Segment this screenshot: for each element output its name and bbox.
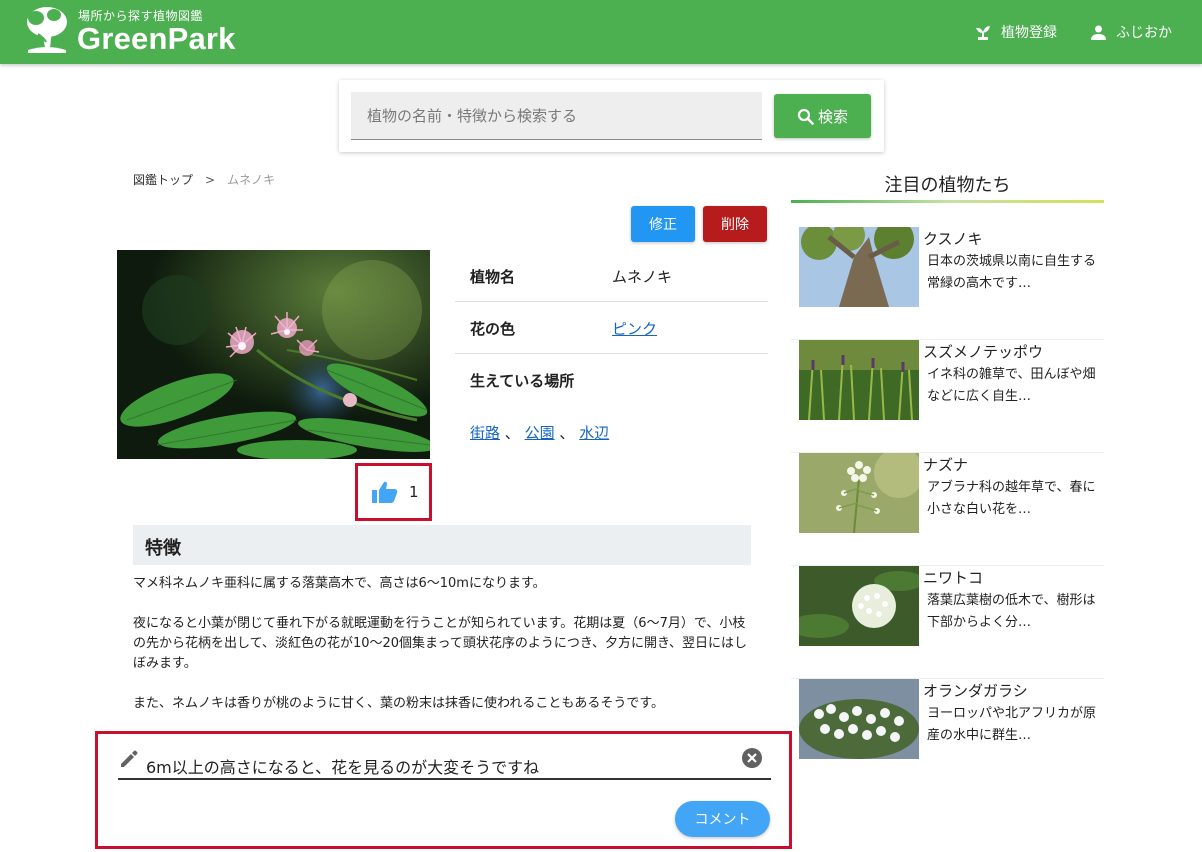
feature-header: 特徴 <box>133 525 751 565</box>
featured-plant-name: ニワトコ <box>923 569 984 587</box>
like-count: 1 <box>409 483 419 501</box>
featured-plant-desc: イネ科の雑草で、田んぼや畑などに広く自生… <box>927 367 1096 404</box>
places-label: 生えている場所 <box>470 372 575 390</box>
featured-plant-card[interactable]: クスノキ 日本の茨城県以南に自生する常緑の高木です… <box>791 227 1104 340</box>
search-button[interactable]: 検索 <box>774 94 871 138</box>
app-header: 場所から探す植物図鑑 GreenPark 植物登録 ふじおか <box>0 0 1202 64</box>
search-input[interactable] <box>351 92 762 140</box>
user-menu[interactable]: ふじおか <box>1091 22 1172 42</box>
featured-plant-desc: 落葉広葉樹の低木で、樹形は下部からよく分… <box>927 593 1096 630</box>
place-link-waterside[interactable]: 水辺 <box>579 424 609 442</box>
featured-plant-desc: アブラナ科の越年草で、春に小さな白い花を… <box>927 480 1096 517</box>
breadcrumb-separator: > <box>205 172 216 187</box>
featured-plant-card[interactable]: スズメノテッポウ イネ科の雑草で、田んぼや畑などに広く自生… <box>791 340 1104 453</box>
feature-description: マメ科ネムノキ亜科に属する落葉高木で、高さは6〜10mになります。 夜になると小… <box>133 574 753 734</box>
breadcrumb-home-link[interactable]: 図鑑トップ <box>133 171 193 188</box>
flower-color-link[interactable]: ピンク <box>612 318 657 339</box>
register-plant-label: 植物登録 <box>1001 25 1057 41</box>
feature-paragraph: また、ネムノキは香りが桃のように甘く、葉の粉末は抹香に使われることもあるそうです… <box>133 696 665 711</box>
featured-plant-name: オランダガラシ <box>923 682 1028 700</box>
featured-plant-card[interactable]: ナズナ アブラナ科の越年草で、春に小さな白い花を… <box>791 453 1104 566</box>
search-button-label: 検索 <box>817 107 848 126</box>
breadcrumb-current: ムネノキ <box>227 173 276 187</box>
sprout-icon <box>976 26 990 40</box>
plant-name-row: 植物名 ムネノキ <box>455 250 768 302</box>
edit-button[interactable]: 修正 <box>631 206 695 242</box>
comment-form: コメント <box>95 731 792 849</box>
featured-plant-card[interactable]: オランダガラシ ヨーロッパや北アフリカが原産の水中に群生… <box>791 679 1104 792</box>
feature-paragraph: 夜になると小葉が閉じて垂れ下がる就眠運動を行うことが知られています。花期は夏（6… <box>133 616 748 671</box>
clear-circle-icon[interactable] <box>742 748 762 772</box>
place-link-street[interactable]: 街路 <box>470 424 500 442</box>
featured-plant-desc: 日本の茨城県以南に自生する常緑の高木です… <box>927 254 1097 291</box>
plant-photo <box>117 250 430 459</box>
featured-plant-desc: ヨーロッパや北アフリカが原産の水中に群生… <box>927 706 1097 743</box>
feature-title: 特徴 <box>145 538 181 559</box>
flower-color-label: 花の色 <box>470 320 516 338</box>
pencil-icon <box>119 749 139 773</box>
app-name[interactable]: GreenPark <box>77 21 236 57</box>
register-plant-link[interactable]: 植物登録 <box>975 22 1057 42</box>
plant-name-value: ムネノキ <box>612 268 673 286</box>
plant-thumbnail <box>799 227 919 307</box>
place-link-park[interactable]: 公園 <box>525 424 555 442</box>
thumbs-up-icon <box>372 481 398 503</box>
featured-plants-title: 注目の植物たち <box>884 175 1011 196</box>
feature-paragraph: マメ科ネムノキ亜科に属する落葉高木で、高さは6〜10mになります。 <box>133 576 546 591</box>
place-separator: 、 <box>504 424 520 442</box>
comment-submit-button[interactable]: コメント <box>675 801 770 837</box>
plant-name-label: 植物名 <box>470 268 516 286</box>
breadcrumb: 図鑑トップ > ムネノキ <box>133 171 275 188</box>
search-panel: 検索 <box>339 80 884 152</box>
plant-thumbnail <box>799 679 919 759</box>
flower-color-row: 花の色 ピンク <box>455 302 768 354</box>
comment-input[interactable] <box>146 752 706 780</box>
featured-plant-card[interactable]: ニワトコ 落葉広葉樹の低木で、樹形は下部からよく分… <box>791 566 1104 679</box>
like-highlight: 1 <box>355 463 432 521</box>
places-links: 街路 、 公園 、 水辺 <box>470 422 609 443</box>
featured-plants-divider <box>791 200 1104 203</box>
places-row: 生えている場所 <box>455 354 768 474</box>
plant-thumbnail <box>799 566 919 646</box>
comment-input-underline <box>118 778 771 780</box>
place-separator: 、 <box>559 424 575 442</box>
search-icon <box>797 108 814 125</box>
like-button[interactable] <box>372 480 398 508</box>
plant-thumbnail <box>799 340 919 420</box>
tree-logo-icon[interactable] <box>24 4 70 54</box>
featured-plant-name: スズメノテッポウ <box>923 343 1044 361</box>
plant-thumbnail <box>799 453 919 533</box>
person-icon <box>1091 25 1106 40</box>
user-name: ふじおか <box>1116 25 1172 41</box>
featured-plant-name: ナズナ <box>923 456 969 474</box>
featured-plant-name: クスノキ <box>923 230 983 248</box>
delete-button[interactable]: 削除 <box>703 206 767 242</box>
